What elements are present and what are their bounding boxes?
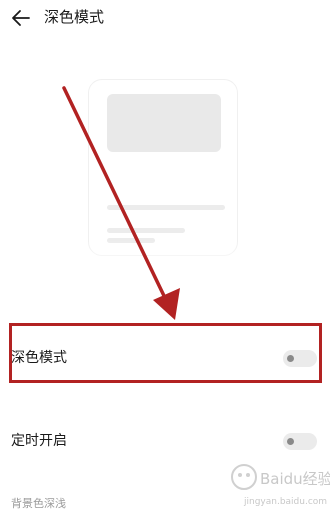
page-title: 深色模式 — [44, 8, 105, 26]
preview-fade — [0, 240, 333, 285]
watermark-url: jingyan.baidu.com — [243, 497, 327, 507]
baidu-watermark: Baidu经验 jingyan.baidu.com — [231, 464, 330, 507]
top-bar: 深色模式 — [0, 0, 333, 40]
preview-text-line — [107, 228, 185, 233]
scheduled-toggle[interactable] — [283, 433, 317, 450]
preview-phone-card — [88, 79, 238, 256]
section-caption: 背景色深浅 — [11, 497, 66, 510]
scheduled-label: 定时开启 — [11, 433, 67, 449]
back-arrow-icon[interactable] — [10, 7, 32, 29]
theme-preview — [0, 55, 333, 285]
scheduled-row[interactable]: 定时开启 — [0, 419, 333, 463]
toggle-knob — [287, 438, 294, 445]
preview-image-placeholder — [107, 94, 221, 152]
preview-text-line — [107, 205, 225, 210]
watermark-text: Baidu经验 — [260, 470, 330, 488]
annotation-highlight-box — [9, 323, 322, 383]
